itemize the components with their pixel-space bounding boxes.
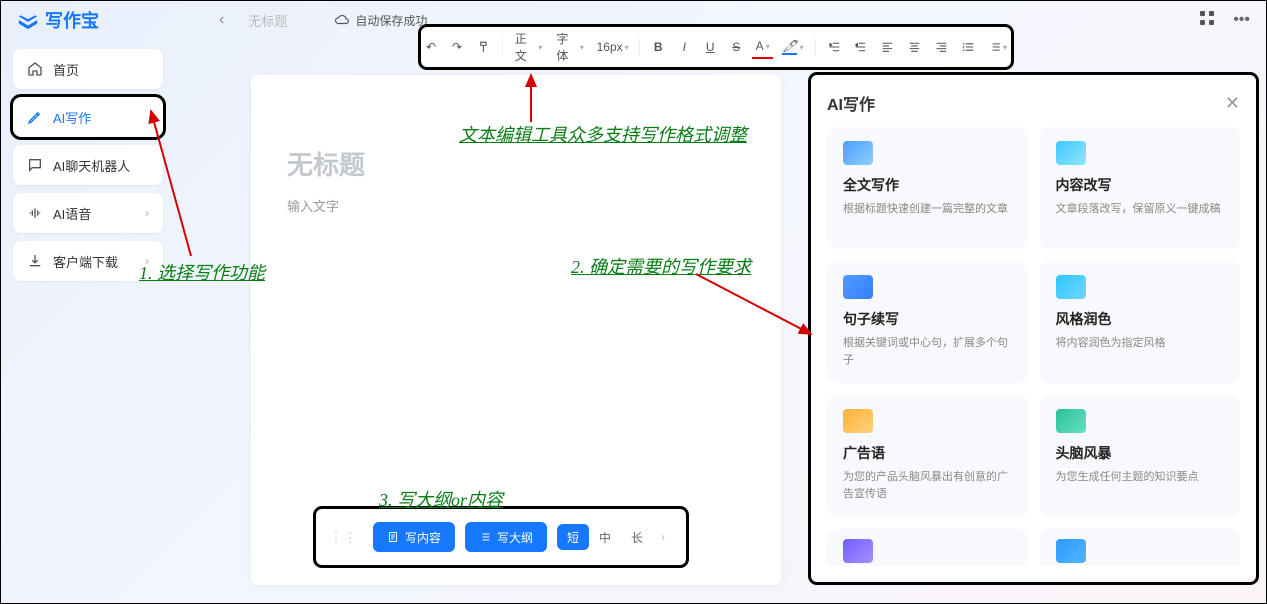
card-title: 风格润色 [1056,309,1225,329]
card-desc: 将内容润色为指定风格 [1056,335,1225,352]
ai-card-full-write[interactable]: 全文写作 根据标题快速创建一篇完整的文章 [827,127,1028,249]
card-desc: 为您生成任何主题的知识要点 [1056,469,1225,486]
length-mid[interactable]: 中 [589,524,621,550]
title-input[interactable]: 无标题 [287,145,745,182]
body-input[interactable]: 输入文字 [287,196,745,215]
fontsize-select[interactable]: 16px [594,35,631,59]
card-icon [843,539,873,563]
card-icon [843,409,873,433]
strike-button[interactable]: S [726,35,746,59]
ai-panel-title: AI写作 [827,91,875,115]
editor-toolbar: ↶ ↷ 正文 字体 16px B I U S A 🖊 [421,27,1011,67]
textcolor-button[interactable]: A [752,35,773,59]
download-icon [27,253,43,269]
indent-increase-button[interactable] [850,35,871,59]
card-desc: 根据标题快速创建一篇完整的文章 [843,201,1012,218]
list-icon [479,531,491,543]
ai-panel: AI写作 ✕ 全文写作 根据标题快速创建一篇完整的文章 内容改写 文章段落改写，… [811,75,1256,582]
autosave-status: 自动保存成功 [335,12,427,29]
voice-icon [27,205,43,221]
ai-card-continue[interactable]: 句子续写 根据关键词或中心句，扩展多个句子 [827,261,1028,383]
list-ol-button[interactable] [985,35,1011,59]
doc-icon [387,531,399,543]
highlight-button[interactable]: 🖊 [779,35,807,59]
card-title: 内容改写 [1056,175,1225,195]
sidebar-item-label: AI聊天机器人 [53,156,130,175]
sidebar-item-label: 首页 [53,60,79,79]
align-center-button[interactable] [904,35,925,59]
card-title: 广告语 [843,443,1012,463]
chevron-right-icon: › [145,206,149,220]
more-icon[interactable]: ••• [1233,11,1250,29]
card-icon [1056,539,1086,563]
align-left-button[interactable] [877,35,898,59]
length-segment: 短 中 长 › [557,524,673,550]
drag-handle-icon[interactable]: ⋮⋮ [329,529,357,546]
format-paint-button[interactable] [473,35,494,59]
italic-button[interactable]: I [674,35,694,59]
ai-card-more-1[interactable] [827,529,1028,566]
write-outline-button[interactable]: 写大纲 [465,522,547,552]
sidebar-item-voice[interactable]: AI语音 › [13,193,163,233]
chevron-right-icon: › [145,254,149,268]
logo-icon [17,9,39,31]
bottom-action-bar: ⋮⋮ 写内容 写大纲 短 中 长 › [316,509,686,565]
underline-button[interactable]: U [700,35,720,59]
sidebar-item-label: AI写作 [53,108,91,127]
ai-card-style[interactable]: 风格润色 将内容润色为指定风格 [1040,261,1241,383]
indent-decrease-button[interactable] [824,35,845,59]
card-title: 全文写作 [843,175,1012,195]
chat-icon [27,157,43,173]
sidebar: 首页 AI写作 AI聊天机器人 AI语音 › 客户端下载 › [13,49,163,281]
bold-button[interactable]: B [648,35,668,59]
doc-title-top: 无标题 [248,11,287,30]
card-desc: 根据关键词或中心句，扩展多个句子 [843,335,1012,368]
undo-button[interactable]: ↶ [421,35,441,59]
sidebar-item-label: AI语音 [53,204,91,223]
sidebar-item-label: 客户端下载 [53,252,118,271]
card-icon [1056,409,1086,433]
ai-card-ad[interactable]: 广告语 为您的产品头脑风暴出有创意的广告宣传语 [827,395,1028,517]
card-title: 句子续写 [843,309,1012,329]
font-select[interactable]: 字体 [552,35,588,59]
app-name: 写作宝 [45,7,99,33]
cloud-icon [335,13,349,27]
paragraph-select[interactable]: 正文 [511,35,547,59]
app-logo[interactable]: 写作宝 [17,7,99,33]
sidebar-item-download[interactable]: 客户端下载 › [13,241,163,281]
pen-icon [27,109,43,125]
length-long[interactable]: 长 [621,524,653,550]
card-icon [1056,275,1086,299]
write-content-button[interactable]: 写内容 [373,522,455,552]
home-icon [27,61,43,77]
ai-card-more-2[interactable] [1040,529,1241,566]
sidebar-item-home[interactable]: 首页 [13,49,163,89]
length-short[interactable]: 短 [557,524,589,550]
apps-icon[interactable] [1199,10,1215,31]
ai-card-brainstorm[interactable]: 头脑风暴 为您生成任何主题的知识要点 [1040,395,1241,517]
card-icon [843,275,873,299]
card-icon [1056,141,1086,165]
redo-button[interactable]: ↷ [447,35,467,59]
card-title: 头脑风暴 [1056,443,1225,463]
card-icon [843,141,873,165]
list-ul-button[interactable] [958,35,979,59]
sidebar-item-ai-write[interactable]: AI写作 [13,97,163,137]
sidebar-item-chatbot[interactable]: AI聊天机器人 [13,145,163,185]
chevron-right-icon[interactable]: › [653,524,673,550]
close-icon[interactable]: ✕ [1225,93,1240,114]
card-desc: 文章段落改写，保留原义一键成稿 [1056,201,1225,218]
align-right-button[interactable] [931,35,952,59]
ai-card-rewrite[interactable]: 内容改写 文章段落改写，保留原义一键成稿 [1040,127,1241,249]
back-button[interactable]: ‹ [219,11,224,29]
card-desc: 为您的产品头脑风暴出有创意的广告宣传语 [843,469,1012,502]
